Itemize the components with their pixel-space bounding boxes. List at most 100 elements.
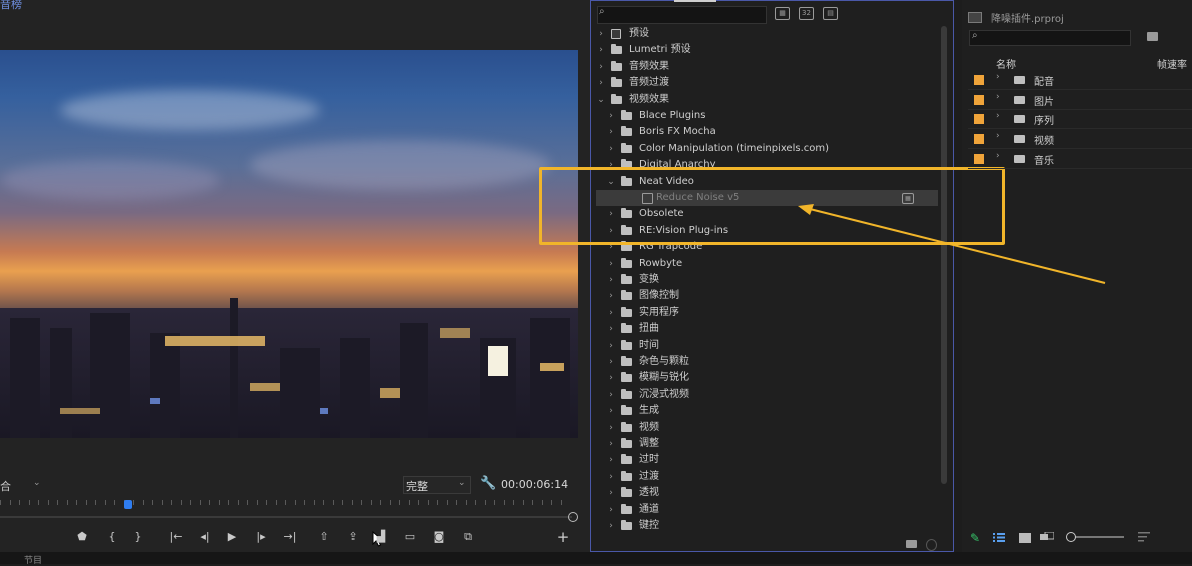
playhead[interactable] (124, 500, 132, 509)
chevron-right-icon[interactable]: › (606, 288, 616, 304)
chevron-right-icon[interactable]: › (996, 92, 1000, 102)
project-bin-row[interactable]: › 序列 (968, 110, 1192, 130)
effects-tree-item[interactable]: › Lumetri 预设 (596, 42, 938, 58)
step-forward-icon[interactable]: |▸ (251, 529, 271, 545)
effects-tree-item[interactable]: › Boris FX Mocha (596, 124, 938, 140)
effects-tree-item[interactable]: › 键控 (596, 518, 938, 534)
delete-icon[interactable] (926, 539, 937, 551)
wrench-icon[interactable]: 🔧 (480, 476, 496, 491)
time-ruler[interactable] (0, 500, 572, 514)
effects-tree-item[interactable]: › 预设 (596, 26, 938, 42)
zoom-select[interactable]: 合 (0, 478, 11, 494)
label-color-swatch[interactable] (974, 94, 984, 105)
effects-tree-item[interactable]: › 过时 (596, 452, 938, 468)
new-bin-icon[interactable] (906, 540, 917, 548)
chevron-down-icon[interactable]: ⌄ (596, 92, 606, 108)
chevron-right-icon[interactable]: › (996, 131, 1000, 141)
chevron-right-icon[interactable]: › (606, 338, 616, 354)
scrub-bar[interactable] (0, 516, 572, 518)
monitor-title[interactable]: 音榜 (0, 0, 22, 12)
column-header-framerate[interactable]: 帧速率 (1157, 56, 1187, 71)
go-to-out-icon[interactable]: →| (280, 529, 300, 545)
effects-tree-item[interactable]: › 音频效果 (596, 59, 938, 75)
zoom-slider-handle[interactable] (1066, 532, 1076, 542)
effects-tree-item[interactable]: › Blace Plugins (596, 108, 938, 124)
scrub-end-handle[interactable] (568, 512, 578, 522)
chevron-right-icon[interactable]: › (606, 141, 616, 157)
freeform-view-icon[interactable] (1040, 532, 1054, 542)
list-view-icon[interactable] (993, 533, 1005, 542)
sort-icon[interactable] (1138, 532, 1150, 542)
accelerated-effects-icon[interactable]: ▦ (775, 7, 790, 20)
mark-in-icon[interactable]: { (102, 529, 122, 545)
chevron-right-icon[interactable]: › (606, 469, 616, 485)
chevron-right-icon[interactable]: › (606, 354, 616, 370)
chevron-right-icon[interactable]: › (606, 436, 616, 452)
lift-icon[interactable]: ⇧ (314, 529, 334, 545)
chevron-right-icon[interactable]: › (606, 108, 616, 124)
chevron-right-icon[interactable]: › (606, 452, 616, 468)
new-bin-icon[interactable] (1147, 32, 1158, 41)
chevron-right-icon[interactable]: › (996, 151, 1000, 161)
effects-tree-item[interactable]: › 视频 (596, 420, 938, 436)
marker-icon[interactable]: ⬟ (72, 529, 92, 545)
trim-icon[interactable]: ▟ (371, 529, 391, 545)
camera-icon[interactable]: ◙ (429, 529, 449, 545)
project-bin-row[interactable]: › 图片 (968, 91, 1192, 110)
effects-tree-item[interactable]: › 扭曲 (596, 321, 938, 337)
chevron-right-icon[interactable]: › (606, 387, 616, 403)
effects-tree-item[interactable]: › 生成 (596, 403, 938, 419)
go-to-in-icon[interactable]: |← (166, 529, 186, 545)
extract-icon[interactable]: ⇪ (343, 529, 363, 545)
effects-tree-item[interactable]: › 模糊与锐化 (596, 370, 938, 386)
column-header-name[interactable]: 名称 (996, 56, 1016, 71)
effects-tree-item[interactable]: › 杂色与颗粒 (596, 354, 938, 370)
yuv-effects-icon[interactable]: ▤ (823, 7, 838, 20)
timecode-display[interactable]: 00:00:06:14 (501, 478, 568, 491)
chevron-right-icon[interactable]: › (606, 321, 616, 337)
chevron-right-icon[interactable]: › (606, 485, 616, 501)
effects-tree-item[interactable]: › 过渡 (596, 469, 938, 485)
chevron-right-icon[interactable]: › (596, 26, 606, 42)
compare-icon[interactable]: ⧉ (458, 529, 478, 545)
safe-margins-icon[interactable]: ▭ (400, 529, 420, 545)
effects-tree-item[interactable]: › 沉浸式视频 (596, 387, 938, 403)
32bit-effects-icon[interactable]: 32 (799, 7, 814, 20)
label-color-swatch[interactable] (974, 75, 984, 85)
effects-tree-item[interactable]: › 音频过渡 (596, 75, 938, 91)
effects-tree-item[interactable]: ⌄ 视频效果 (596, 92, 938, 108)
project-bin-row[interactable]: › 配音 (968, 71, 1192, 90)
effects-tree-item[interactable]: › Color Manipulation (timeinpixels.com) (596, 141, 938, 157)
mark-out-icon[interactable]: } (128, 529, 148, 545)
chevron-right-icon[interactable]: › (596, 75, 606, 91)
label-color-swatch[interactable] (974, 114, 984, 125)
label-color-swatch[interactable] (974, 153, 984, 164)
pencil-icon[interactable]: ✎ (970, 531, 980, 545)
effects-tree-item[interactable]: › 图像控制 (596, 288, 938, 304)
chevron-right-icon[interactable]: › (606, 272, 616, 288)
effects-tab-indicator[interactable] (674, 0, 716, 2)
chevron-right-icon[interactable]: › (606, 420, 616, 436)
chevron-right-icon[interactable]: › (596, 59, 606, 75)
project-bin-row[interactable]: › 视频 (968, 130, 1192, 150)
effects-tree-item[interactable]: › 透视 (596, 485, 938, 501)
chevron-right-icon[interactable]: › (606, 305, 616, 321)
icon-view-icon[interactable] (1019, 533, 1031, 543)
chevron-right-icon[interactable]: › (596, 42, 606, 58)
effects-tree-item[interactable]: › 时间 (596, 338, 938, 354)
chevron-right-icon[interactable]: › (606, 403, 616, 419)
chevron-right-icon[interactable]: › (606, 256, 616, 272)
play-icon[interactable]: ▶ (222, 529, 242, 545)
thumbnail-zoom-slider[interactable] (1068, 536, 1124, 538)
chevron-right-icon[interactable]: › (606, 518, 616, 534)
chevron-right-icon[interactable]: › (606, 502, 616, 518)
chevron-right-icon[interactable]: › (996, 72, 1000, 82)
bottom-tab-label[interactable]: 节目 (24, 553, 42, 566)
chevron-right-icon[interactable]: › (606, 370, 616, 386)
effects-tree-item[interactable]: › 调整 (596, 436, 938, 452)
project-search-input[interactable] (969, 30, 1131, 46)
project-bin-row[interactable]: › 音乐 (968, 150, 1192, 169)
effects-tree-item[interactable]: › 实用程序 (596, 305, 938, 321)
effects-search-input[interactable] (597, 6, 767, 24)
chevron-right-icon[interactable]: › (996, 111, 1000, 121)
